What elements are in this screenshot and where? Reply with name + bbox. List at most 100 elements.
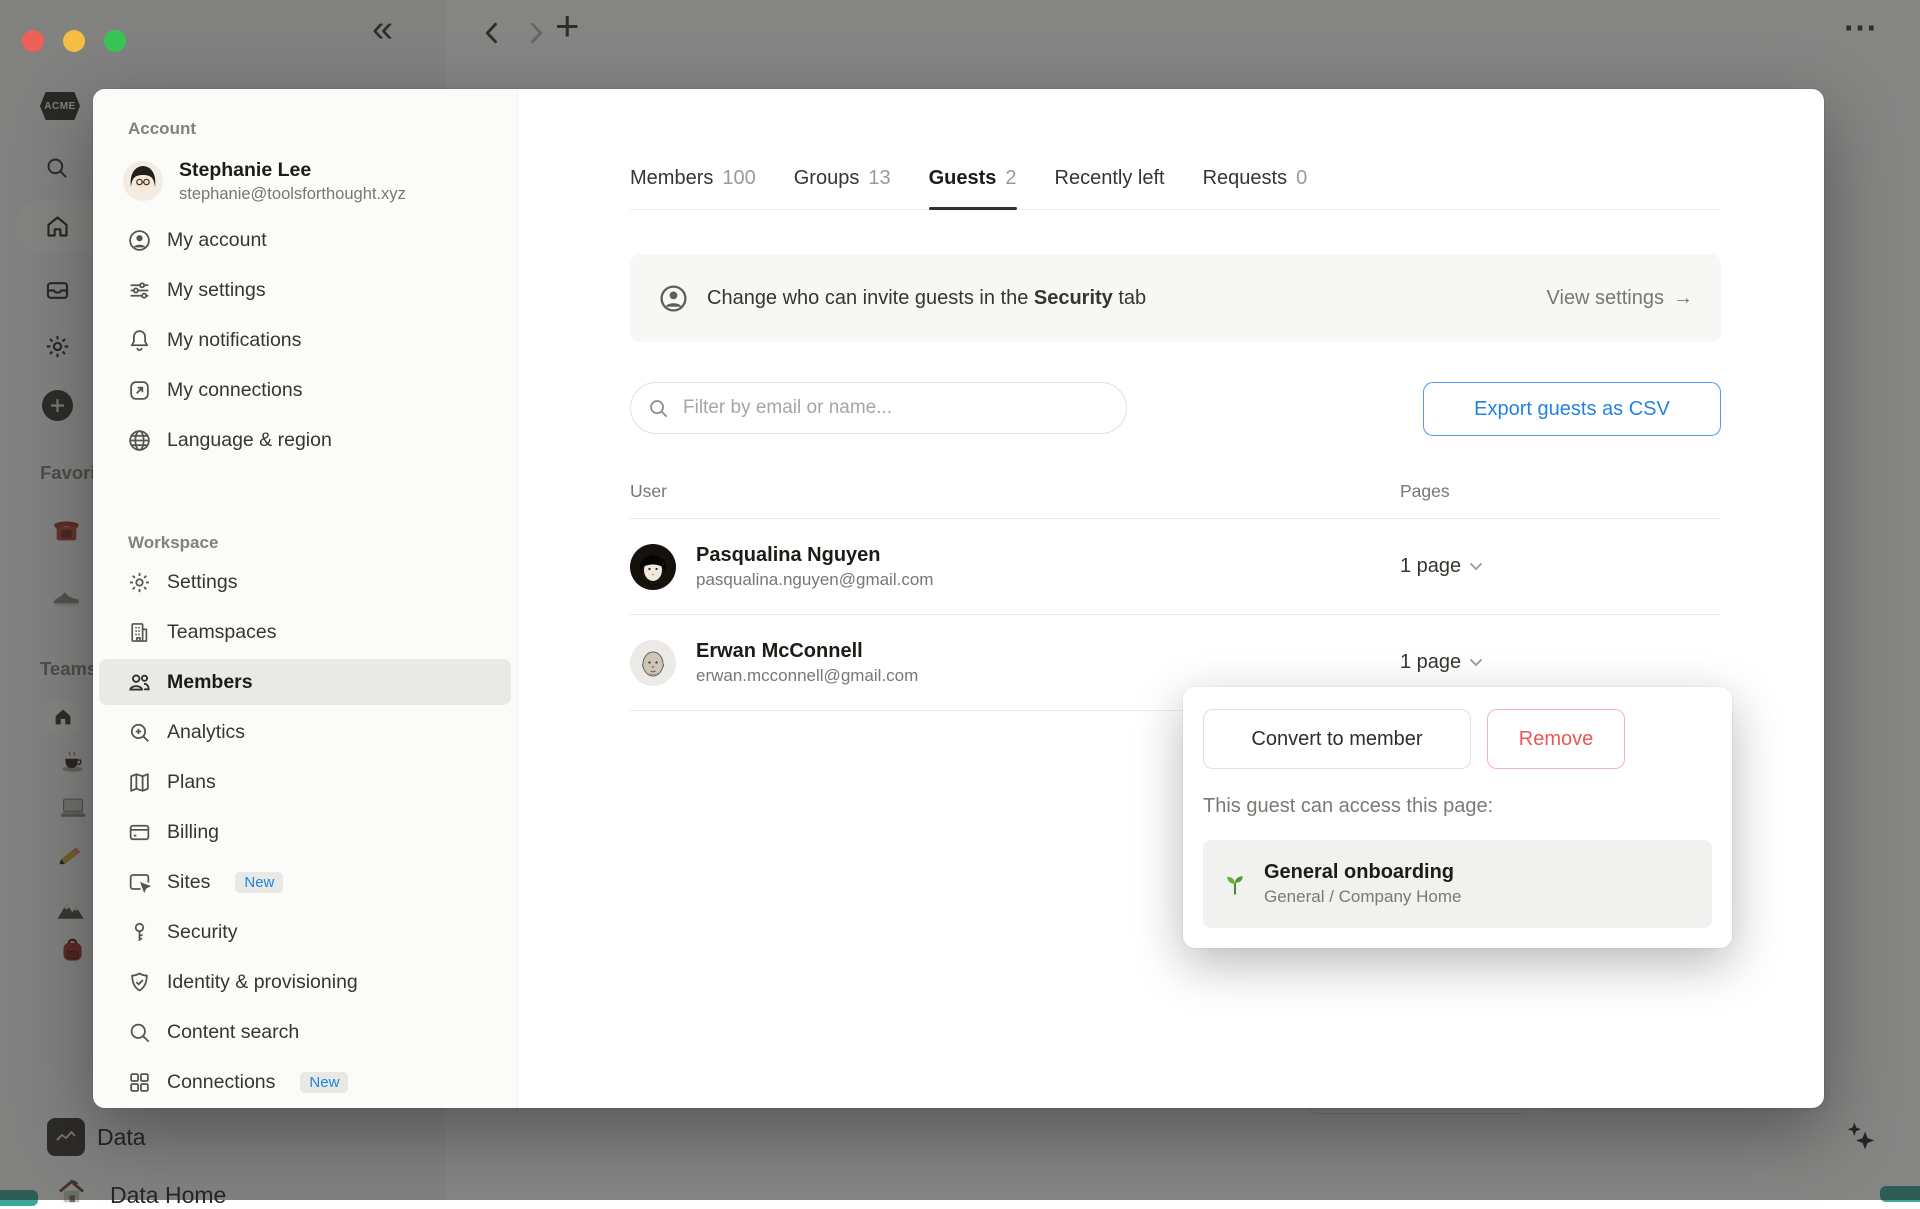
key-icon	[126, 919, 152, 945]
guest-email: erwan.mcconnell@gmail.com	[696, 665, 919, 685]
nav-item-label: Analytics	[167, 720, 246, 743]
nav-item-security[interactable]: Security	[99, 909, 511, 955]
nav-item-my-connections[interactable]: My connections	[99, 367, 511, 413]
nav-item-label: Members	[167, 670, 253, 693]
magnifier-plus-icon	[126, 719, 152, 745]
pages-value: 1 page	[1400, 651, 1462, 673]
account-section-label: Account	[128, 119, 196, 138]
guest-access-caption: This guest can access this page:	[1203, 795, 1494, 817]
settings-modal: Account Stephanie Lee stephanie@toolsfor…	[93, 89, 1824, 1108]
nav-item-label: Settings	[167, 570, 238, 593]
guest-email: pasqualina.nguyen@gmail.com	[696, 569, 934, 589]
column-header-pages: Pages	[1400, 480, 1450, 501]
seedling-icon	[1227, 876, 1243, 895]
accessible-page-title: General onboarding	[1264, 861, 1455, 883]
nav-item-sites[interactable]: Sites New	[99, 859, 511, 905]
tab-count: 0	[1296, 167, 1308, 189]
convert-to-member-button[interactable]: Convert to member	[1203, 709, 1471, 769]
nav-item-analytics[interactable]: Analytics	[99, 709, 511, 755]
building-icon	[126, 619, 152, 645]
browser-cursor-icon	[126, 869, 152, 895]
nav-item-plans[interactable]: Plans	[99, 759, 511, 805]
account-user-name: Stephanie Lee	[179, 158, 312, 181]
credit-card-icon	[126, 819, 152, 845]
accessible-page-item[interactable]: General onboarding General / Company Hom…	[1203, 840, 1712, 928]
tab-label: Guests	[928, 167, 997, 189]
export-guests-csv-button[interactable]: Export guests as CSV	[1423, 382, 1721, 436]
nav-item-settings[interactable]: Settings	[99, 559, 511, 605]
tab-count: 2	[1005, 167, 1017, 189]
nav-item-content-search[interactable]: Content search	[99, 1009, 511, 1055]
nav-item-teamspaces[interactable]: Teamspaces	[99, 609, 511, 655]
people-icon	[126, 669, 152, 695]
nav-item-label: Sites	[167, 870, 211, 893]
remove-guest-button[interactable]: Remove	[1487, 709, 1625, 769]
pages-dropdown[interactable]: 1 page	[1400, 651, 1721, 674]
nav-item-label: Plans	[167, 770, 216, 793]
nav-item-label: My connections	[167, 378, 303, 401]
person-circle-icon	[126, 227, 152, 253]
tab-members[interactable]: Members 100	[630, 167, 756, 209]
nav-item-label: Security	[167, 920, 238, 943]
members-settings-main: Members 100 Groups 13 Guests 2 Recently …	[518, 89, 1824, 1108]
tab-label: Recently left	[1054, 167, 1165, 189]
nav-item-identity-provisioning[interactable]: Identity & provisioning	[99, 959, 511, 1005]
nav-item-label: Language & region	[167, 428, 332, 451]
nav-item-label: Billing	[167, 820, 220, 843]
sliders-icon	[126, 277, 152, 303]
tab-label: Groups	[793, 167, 860, 189]
bell-icon	[126, 327, 152, 353]
globe-icon	[126, 427, 152, 453]
account-user-email: stephanie@toolsforthought.xyz	[179, 184, 406, 203]
search-icon	[126, 1019, 152, 1045]
nav-item-members[interactable]: Members	[99, 659, 511, 705]
nav-item-billing[interactable]: Billing	[99, 809, 511, 855]
tab-count: 13	[868, 167, 891, 189]
tab-groups[interactable]: Groups 13	[794, 167, 891, 209]
view-settings-link[interactable]: View settings →	[1547, 287, 1693, 310]
accessible-page-breadcrumb: General / Company Home	[1264, 887, 1462, 906]
guest-filter-row: Export guests as CSV	[630, 382, 1721, 436]
nav-item-my-account[interactable]: My account	[99, 217, 511, 263]
nav-item-label: My account	[167, 228, 267, 251]
workspace-section-label: Workspace	[128, 533, 219, 552]
nav-item-my-settings[interactable]: My settings	[99, 267, 511, 313]
search-icon	[647, 397, 670, 420]
view-settings-label: View settings	[1546, 286, 1664, 309]
tab-recently-left[interactable]: Recently left	[1055, 167, 1165, 209]
grid-icon	[126, 1069, 152, 1095]
members-tabs: Members 100 Groups 13 Guests 2 Recently …	[630, 167, 1721, 210]
nav-item-connections[interactable]: Connections New	[99, 1059, 511, 1105]
guest-row: Pasqualina Nguyen pasqualina.nguyen@gmai…	[630, 519, 1721, 615]
invite-guests-banner: Change who can invite guests in the Secu…	[630, 254, 1721, 342]
person-circle-icon	[660, 284, 687, 312]
nav-item-label: Teamspaces	[167, 620, 277, 643]
banner-text: Change who can invite guests in the Secu…	[707, 286, 1147, 309]
chevron-down-icon	[1470, 562, 1483, 571]
nav-item-label: My notifications	[167, 328, 302, 351]
traffic-light-close[interactable]	[22, 30, 44, 52]
filter-input[interactable]	[630, 382, 1127, 434]
guests-table-header: User Pages	[630, 464, 1721, 519]
tab-requests[interactable]: Requests 0	[1203, 167, 1308, 209]
traffic-light-zoom[interactable]	[104, 30, 126, 52]
avatar	[630, 639, 676, 686]
new-badge: New	[300, 1071, 349, 1093]
guest-actions-popover: Convert to member Remove This guest can …	[1183, 687, 1732, 948]
map-icon	[126, 769, 152, 795]
nav-item-my-notifications[interactable]: My notifications	[99, 317, 511, 363]
tab-label: Requests	[1202, 167, 1288, 189]
column-header-user: User	[630, 480, 667, 501]
guest-name: Pasqualina Nguyen	[696, 543, 881, 566]
traffic-light-minimize[interactable]	[63, 30, 85, 52]
nav-item-language-region[interactable]: Language & region	[99, 417, 511, 463]
tab-guests[interactable]: Guests 2	[928, 167, 1017, 210]
guests-table: User Pages Pasqualina Nguyen pasqualina.…	[630, 464, 1721, 711]
shield-check-icon	[126, 969, 152, 995]
arrow-right-icon: →	[1673, 286, 1693, 309]
avatar	[123, 161, 163, 201]
nav-item-label: My settings	[167, 278, 266, 301]
chevron-down-icon	[1470, 658, 1483, 667]
tab-count: 100	[722, 167, 756, 189]
pages-dropdown[interactable]: 1 page	[1400, 555, 1721, 578]
